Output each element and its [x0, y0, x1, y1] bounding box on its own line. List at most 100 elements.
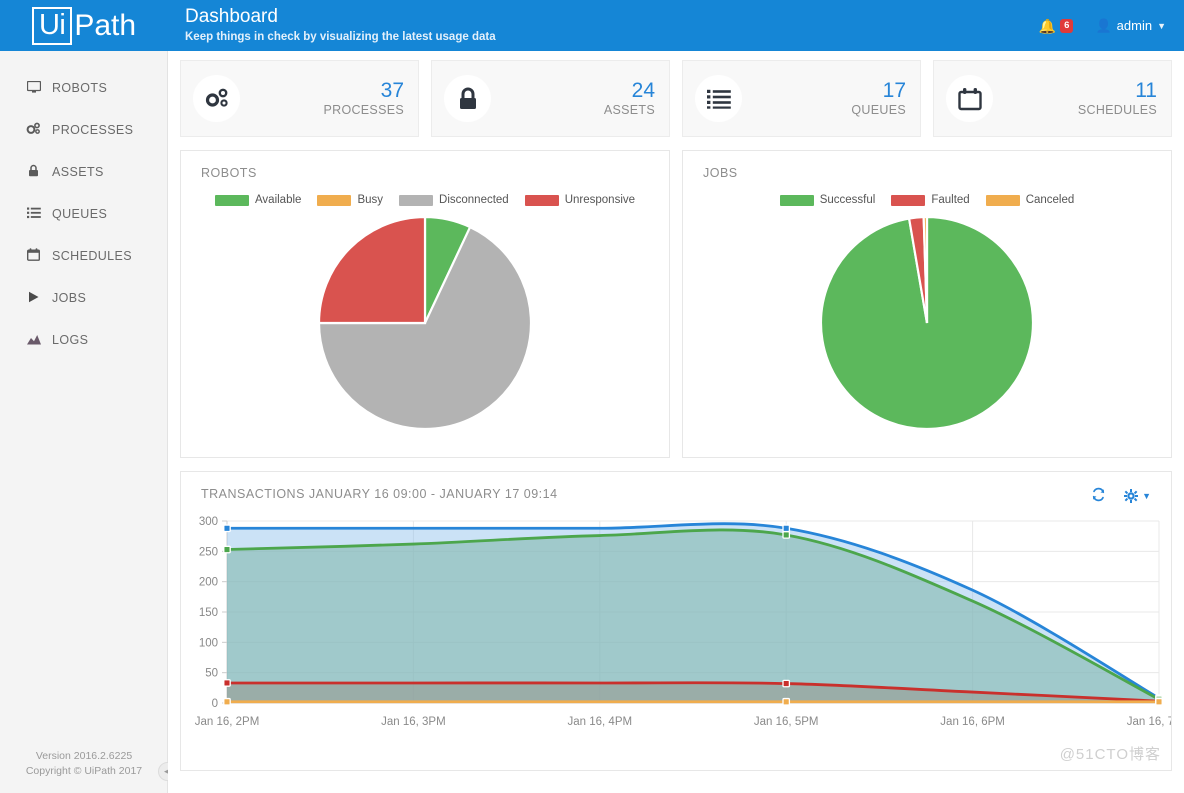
- pie-panel-row: ROBOTS Available Busy Disconnected Unres…: [180, 150, 1172, 458]
- transactions-title: TRANSACTIONS JANUARY 16 09:00 - JANUARY …: [201, 487, 558, 501]
- y-axis-label: 0: [212, 698, 218, 710]
- legend-label: Busy: [357, 194, 383, 206]
- app-header: Ui Path Dashboard Keep things in check b…: [0, 0, 1184, 51]
- sidebar-item-jobs[interactable]: JOBS: [0, 277, 167, 319]
- legend-item[interactable]: Busy: [317, 194, 383, 206]
- copyright-label: Copyright © UiPath 2017: [0, 764, 168, 779]
- kpi-card-schedules[interactable]: 11 SCHEDULES: [933, 60, 1172, 137]
- transactions-actions: ▼: [1091, 487, 1151, 505]
- gears-icon: [26, 122, 41, 138]
- x-axis-label: Jan 16, 3PM: [381, 716, 446, 728]
- legend-swatch: [399, 195, 433, 206]
- kpi-value: 11: [993, 79, 1157, 102]
- sidebar-item-queues[interactable]: QUEUES: [0, 193, 167, 235]
- kpi-value: 24: [491, 79, 655, 102]
- data-point-marker[interactable]: [224, 699, 230, 705]
- legend-item[interactable]: Disconnected: [399, 194, 509, 206]
- sidebar-item-label: ROBOTS: [52, 81, 107, 95]
- chevron-down-icon: ▼: [1157, 21, 1166, 31]
- robots-panel: ROBOTS Available Busy Disconnected Unres…: [180, 150, 670, 458]
- sidebar-item-assets[interactable]: ASSETS: [0, 151, 167, 193]
- main-content: 37 PROCESSES 24 ASSETS 17 QUEUES: [168, 51, 1184, 793]
- transactions-area-chart[interactable]: 050100150200250300Jan 16, 2PMJan 16, 3PM…: [181, 513, 1171, 735]
- x-axis-label: Jan 16, 7PM: [1127, 716, 1171, 728]
- chevron-down-icon: ▼: [1142, 491, 1151, 501]
- legend-label: Canceled: [1026, 194, 1075, 206]
- kpi-card-assets[interactable]: 24 ASSETS: [431, 60, 670, 137]
- legend-item[interactable]: Faulted: [891, 194, 969, 206]
- username-label: admin: [1117, 18, 1152, 33]
- chart-icon: [26, 333, 41, 348]
- calendar-icon: [946, 75, 993, 122]
- sidebar-item-logs[interactable]: LOGS: [0, 319, 167, 361]
- jobs-legend: Successful Faulted Canceled: [683, 194, 1171, 206]
- legend-swatch: [215, 195, 249, 206]
- robots-pie-chart[interactable]: [316, 214, 534, 432]
- sidebar-item-label: LOGS: [52, 333, 88, 347]
- robots-legend: Available Busy Disconnected Unresponsive: [181, 194, 669, 206]
- sidebar-item-schedules[interactable]: SCHEDULES: [0, 235, 167, 277]
- sidebar-item-robots[interactable]: ROBOTS: [0, 67, 167, 109]
- legend-label: Available: [255, 194, 301, 206]
- kpi-label: ASSETS: [491, 102, 655, 119]
- legend-item[interactable]: Canceled: [986, 194, 1075, 206]
- gear-icon: [1124, 489, 1138, 503]
- sidebar-nav: ROBOTS PROCESSES ASSETS QUEUES SCHEDULES: [0, 51, 167, 361]
- legend-label: Faulted: [931, 194, 969, 206]
- page-title: Dashboard: [185, 6, 1039, 28]
- kpi-label: SCHEDULES: [993, 102, 1157, 119]
- data-point-marker[interactable]: [224, 546, 230, 552]
- user-menu[interactable]: 👤 admin ▼: [1095, 18, 1166, 34]
- y-axis-label: 100: [199, 637, 218, 649]
- header-actions: 🔔 6 👤 admin ▼: [1039, 0, 1184, 51]
- list-icon: [695, 75, 742, 122]
- kpi-card-processes[interactable]: 37 PROCESSES: [180, 60, 419, 137]
- jobs-pie-holder: [683, 214, 1171, 432]
- data-point-marker[interactable]: [1156, 699, 1162, 705]
- brand-logo[interactable]: Ui Path: [0, 0, 168, 51]
- data-point-marker[interactable]: [783, 525, 789, 531]
- transactions-header: TRANSACTIONS JANUARY 16 09:00 - JANUARY …: [181, 472, 1171, 505]
- y-axis-label: 300: [199, 516, 218, 528]
- sidebar-item-label: SCHEDULES: [52, 249, 132, 263]
- legend-item[interactable]: Successful: [780, 194, 876, 206]
- data-point-marker[interactable]: [783, 699, 789, 705]
- monitor-icon: [26, 81, 41, 96]
- transactions-chart-area: 050100150200250300Jan 16, 2PMJan 16, 3PM…: [181, 513, 1171, 735]
- header-titles: Dashboard Keep things in check by visual…: [168, 0, 1039, 51]
- kpi-value: 17: [742, 79, 906, 102]
- sidebar-item-label: ASSETS: [52, 165, 104, 179]
- robots-pie-holder: [181, 214, 669, 432]
- watermark: @51CTO博客: [1060, 743, 1161, 764]
- transactions-panel: TRANSACTIONS JANUARY 16 09:00 - JANUARY …: [180, 471, 1172, 771]
- notifications-button[interactable]: 🔔 6: [1039, 19, 1074, 33]
- refresh-icon[interactable]: [1091, 487, 1106, 505]
- data-point-marker[interactable]: [783, 680, 789, 686]
- pie-slice[interactable]: [319, 217, 425, 323]
- data-point-marker[interactable]: [224, 680, 230, 686]
- x-axis-label: Jan 16, 6PM: [940, 716, 1005, 728]
- sidebar-item-label: JOBS: [52, 291, 86, 305]
- user-icon: 👤: [1095, 18, 1111, 34]
- version-label: Version 2016.2.6225: [0, 749, 168, 764]
- lock-icon: [26, 164, 41, 180]
- legend-swatch: [525, 195, 559, 206]
- data-point-marker[interactable]: [783, 532, 789, 538]
- jobs-pie-chart[interactable]: [818, 214, 1036, 432]
- kpi-card-queues[interactable]: 17 QUEUES: [682, 60, 921, 137]
- legend-item[interactable]: Available: [215, 194, 301, 206]
- legend-swatch: [891, 195, 925, 206]
- robots-panel-title: ROBOTS: [181, 151, 669, 180]
- sidebar-item-label: QUEUES: [52, 207, 107, 221]
- legend-label: Disconnected: [439, 194, 509, 206]
- y-axis-label: 250: [199, 546, 218, 558]
- kpi-label: PROCESSES: [240, 102, 404, 119]
- legend-label: Unresponsive: [565, 194, 635, 206]
- legend-item[interactable]: Unresponsive: [525, 194, 635, 206]
- settings-dropdown[interactable]: ▼: [1124, 489, 1151, 503]
- data-point-marker[interactable]: [224, 525, 230, 531]
- play-icon: [26, 291, 41, 306]
- sidebar-item-processes[interactable]: PROCESSES: [0, 109, 167, 151]
- y-axis-label: 150: [199, 607, 218, 619]
- lock-icon: [444, 75, 491, 122]
